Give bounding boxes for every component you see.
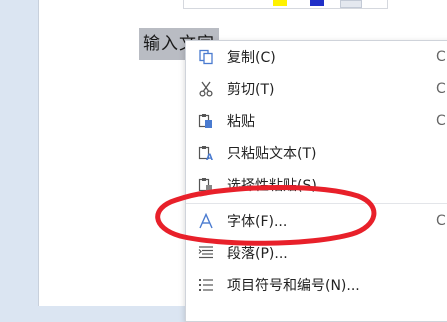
menu-item-label: 粘贴: [227, 114, 255, 130]
menu-item-shortcut: C: [436, 81, 446, 97]
menu-item-paste[interactable]: 粘贴 C: [186, 105, 447, 137]
paste-icon: [197, 112, 215, 130]
menu-item-label: 剪切(T): [227, 82, 275, 98]
menu-item-label: 字体(F)...: [227, 214, 288, 230]
highlight-color-swatch[interactable]: [273, 0, 287, 6]
menu-divider: [186, 203, 447, 204]
menu-item-label: 只粘贴文本(T): [227, 146, 317, 162]
menu-item-label: 复制(C): [227, 50, 276, 66]
page-edge: [38, 0, 39, 306]
menu-item-shortcut: C: [436, 213, 446, 229]
font-color-swatch[interactable]: [310, 0, 324, 6]
menu-item-copy[interactable]: 复制(C) C: [186, 41, 447, 73]
paste-text-icon: A: [197, 144, 215, 162]
menu-item-cut[interactable]: 剪切(T) C: [186, 73, 447, 105]
context-menu: 复制(C) C 剪切(T) C 粘贴 C A 只粘贴文本(T) 选择性粘贴(S)…: [185, 40, 447, 322]
mini-toolbar-button[interactable]: [340, 0, 362, 8]
copy-icon: [197, 48, 215, 66]
menu-item-font[interactable]: 字体(F)... C: [186, 205, 447, 237]
menu-item-label: 选择性粘贴(S)...: [227, 178, 331, 194]
menu-item-bullets-numbering[interactable]: 项目符号和编号(N)...: [186, 269, 447, 301]
bullet-list-icon: [197, 276, 215, 294]
paragraph-icon: [197, 244, 215, 262]
menu-item-shortcut: C: [436, 49, 446, 65]
menu-item-paragraph[interactable]: 段落(P)...: [186, 237, 447, 269]
menu-item-paste-special[interactable]: 选择性粘贴(S)...: [186, 169, 447, 201]
scissors-icon: [197, 80, 215, 98]
menu-item-label: 项目符号和编号(N)...: [227, 278, 360, 294]
font-icon: [197, 212, 215, 230]
menu-item-paste-text-only[interactable]: A 只粘贴文本(T): [186, 137, 447, 169]
menu-item-label: 段落(P)...: [227, 246, 288, 262]
menu-item-shortcut: C: [436, 113, 446, 129]
svg-text:A: A: [206, 153, 213, 161]
paste-special-icon: [197, 176, 215, 194]
